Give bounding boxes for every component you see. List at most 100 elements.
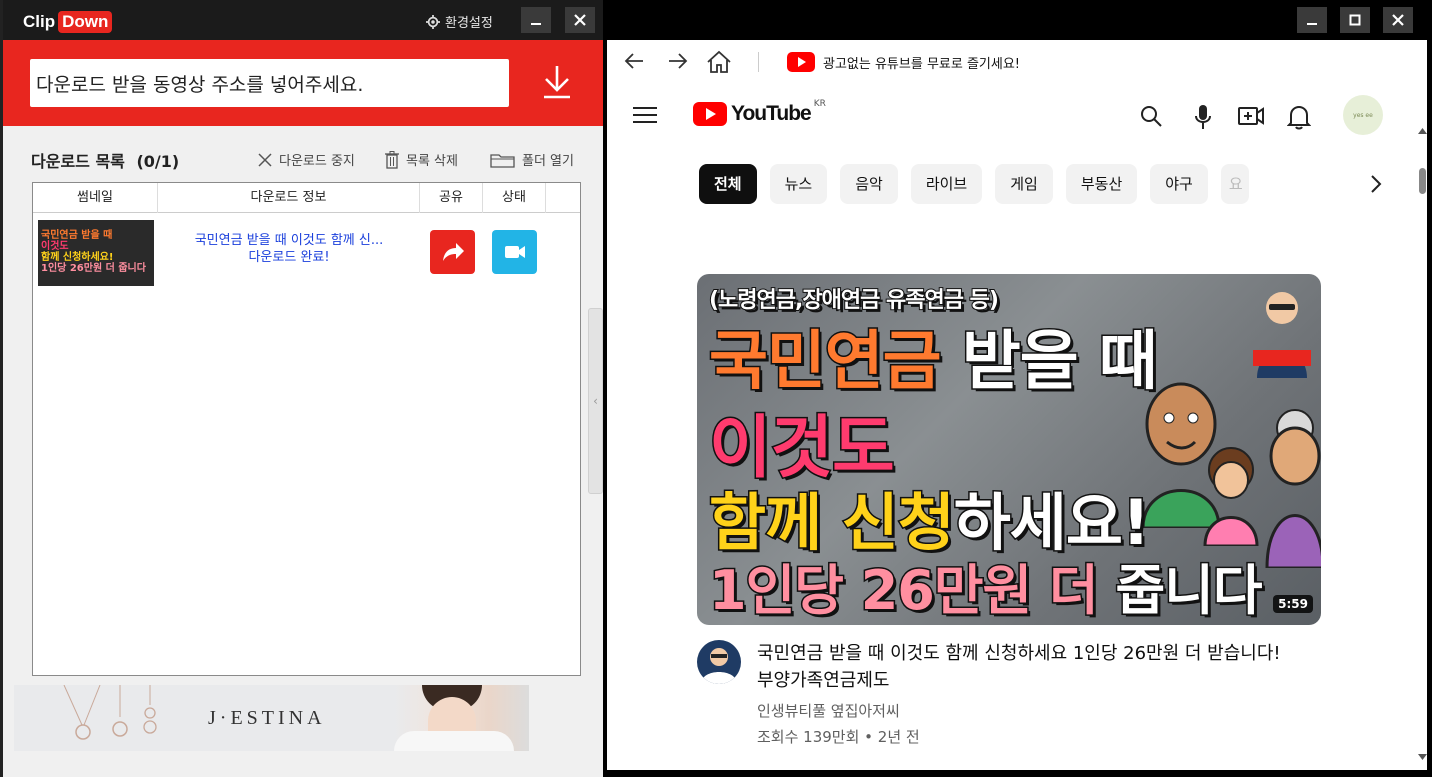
video-duration: 5:59 [1273,595,1313,613]
panel-splitter[interactable]: ‹ [588,308,603,494]
settings-button[interactable]: 환경설정 [426,12,493,31]
thumb-line-1a: 국민연금 [708,324,944,401]
menu-icon[interactable] [633,105,657,125]
youtube-logo-text: YouTube [731,102,812,125]
column-thumbnail: 썸네일 [33,183,158,213]
scrollbar[interactable] [1417,84,1427,770]
browser-nav: 광고없는 유튜브를 무료로 즐기세요! [607,40,1427,84]
user-avatar[interactable]: yes ee [1343,95,1383,135]
thumb-line: 1인당 26만원 더 줍니다 [41,263,146,274]
chip-news[interactable]: 뉴스 [769,164,828,204]
scroll-down-icon[interactable] [1418,754,1427,760]
minimize-icon [1307,23,1317,25]
close-icon [1392,14,1404,26]
category-chips: 전체 뉴스 음악 라이브 게임 부동산 야구 요 [699,164,1249,204]
home-icon[interactable] [705,50,733,74]
promo-text: 광고없는 유튜브를 무료로 즐기세요! [823,56,1021,72]
video-title[interactable]: 국민연금 받을 때 이것도 함께 신청하세요 1인당 26만원 더 받습니다! … [757,640,1287,694]
region-label: KR [813,99,826,109]
minimize-icon [531,23,541,25]
chip-games[interactable]: 게임 [995,164,1053,204]
video-thumbnail[interactable]: (노령연금,장애연금 유족연금 등) 국민연금 받을 때 이것도 함께 신청하세… [697,274,1321,625]
share-arrow-icon [442,243,464,261]
scrollbar-thumb[interactable] [1419,168,1426,194]
column-status: 상태 [483,183,546,213]
chip-baseball[interactable]: 야구 [1150,164,1208,204]
stop-download-label: 다운로드 중지 [279,154,355,169]
column-share: 공유 [420,183,483,213]
row-thumbnail: 국민연금 받을 때 이것도 함께 신청하세요! 1인당 26만원 더 줍니다 [38,220,154,286]
row-status: 다운로드 완료! [248,250,330,265]
download-list-header: 다운로드 목록 (0/1) 다운로드 중지 목록 삭제 폴더 열기 [3,146,603,172]
search-icon[interactable] [1139,104,1163,128]
browser-minimize-button[interactable] [1297,7,1327,33]
browser-close-button[interactable] [1383,7,1413,33]
chip-live[interactable]: 라이브 [910,164,983,204]
clipdown-logo: Clip Down [23,11,113,33]
maximize-icon [1349,14,1361,26]
table-row[interactable]: 국민연금 받을 때 이것도 함께 신청하세요! 1인당 26만원 더 줍니다 국… [33,214,580,286]
video-camera-icon [504,246,525,258]
gear-icon [426,14,440,29]
banner-brand: J·ESTINA [208,707,326,729]
browser-titlebar [603,0,1432,40]
delete-list-button[interactable]: 목록 삭제 [384,150,458,169]
row-info: 국민연금 받을 때 이것도 함께 신... 다운로드 완료! [161,232,417,266]
thumb-line-4a: 1인당 26만원 더 [708,558,1101,624]
download-list-title: 다운로드 목록 (0/1) [31,148,179,172]
thumb-line-4: 1인당 26만원 더 줍니다 [708,546,1265,625]
back-arrow-icon[interactable] [623,50,645,72]
promo-link[interactable]: 광고없는 유튜브를 무료로 즐기세요! [787,52,1020,72]
x-icon [258,152,272,167]
logo-clip-text: Clip [23,12,56,31]
status-button[interactable] [492,230,537,274]
thumb-line-1b: 받을 때 [960,324,1159,401]
microphone-icon[interactable] [1193,104,1213,130]
browser-maximize-button[interactable] [1340,7,1370,33]
download-icon[interactable] [541,64,573,100]
minimize-button[interactable] [521,7,551,33]
thumb-line: 국민연금 받을 때 [41,230,113,241]
thumb-line-1: 국민연금 받을 때 [708,310,1160,402]
nav-separator [758,52,759,72]
column-info: 다운로드 정보 [158,183,420,213]
thumb-line: 함께 신청하세요! [41,252,114,263]
chip-real-estate[interactable]: 부동산 [1065,164,1138,204]
presenter-illustration [1253,292,1311,378]
channel-name[interactable]: 인생뷰티풀 옆집아저씨 [757,700,900,721]
ad-banner[interactable]: J·ESTINA [14,685,529,751]
settings-label: 환경설정 [445,16,493,31]
logo-down-text: Down [58,11,113,33]
scroll-up-icon[interactable] [1418,128,1427,134]
table-header: 썸네일 다운로드 정보 공유 상태 [33,183,580,213]
url-input[interactable]: 다운로드 받을 동영상 주소를 넣어주세요. [30,59,509,107]
channel-avatar[interactable] [697,640,741,684]
banner-model-shirt [394,731,514,751]
avatar-text: yes ee [1353,111,1373,119]
url-bar: 다운로드 받을 동영상 주소를 넣어주세요. [3,40,603,126]
folder-icon [490,153,515,168]
thumb-line-4b: 줍니다 [1114,558,1264,624]
share-button[interactable] [430,230,475,274]
open-folder-label: 폴더 열기 [522,154,574,169]
close-button[interactable] [565,7,595,33]
youtube-header: YouTube KR yes ee [607,92,1427,142]
download-table: 썸네일 다운로드 정보 공유 상태 국민연금 받을 때 이것도 함께 신청하세요… [32,182,581,676]
necklace-icon [63,685,157,740]
youtube-logo-icon [693,102,727,126]
chip-music[interactable]: 음악 [840,164,898,204]
chip-all[interactable]: 전체 [699,164,757,204]
create-video-icon[interactable] [1237,104,1265,128]
chip-overflow[interactable]: 요 [1220,164,1249,204]
child-illustration [1203,447,1259,546]
youtube-play-icon [787,52,815,72]
open-folder-button[interactable]: 폴더 열기 [490,150,574,169]
chevron-right-icon[interactable] [1369,174,1383,194]
notification-bell-icon[interactable] [1287,104,1311,130]
close-icon [574,14,586,26]
forward-arrow-icon[interactable] [667,50,689,72]
download-list-count: (0/1) [136,152,180,171]
youtube-logo[interactable]: YouTube KR [693,99,826,126]
stop-download-button[interactable]: 다운로드 중지 [257,150,355,169]
download-list-title-text: 다운로드 목록 [31,152,125,171]
